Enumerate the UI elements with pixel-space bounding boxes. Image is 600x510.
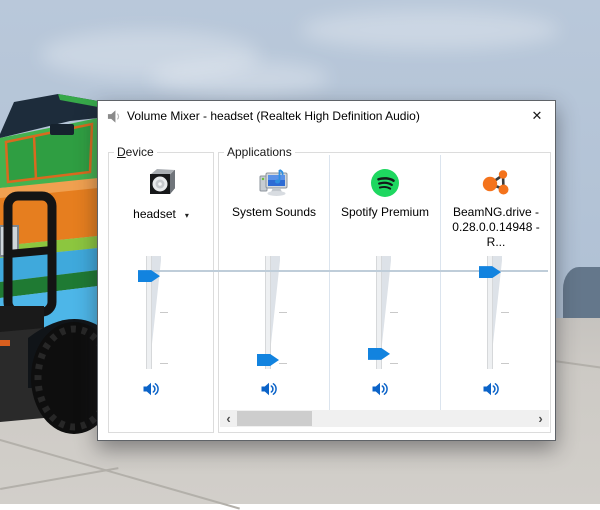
chevron-right-icon: ›: [538, 411, 543, 426]
speaker-volume-icon: [143, 382, 159, 396]
cloud: [150, 60, 330, 96]
horizontal-scrollbar[interactable]: ‹ ›: [220, 410, 549, 427]
app-label: Spotify Premium: [340, 205, 430, 219]
slider-tick: [279, 312, 287, 313]
slider-tick: [390, 363, 398, 364]
applications-group: Applications System Sounds Spotify Premi…: [218, 145, 551, 433]
slider-tick: [501, 312, 509, 313]
rock: [563, 267, 600, 318]
scroll-left-button[interactable]: ‹: [220, 410, 237, 427]
speaker-volume-icon: [261, 382, 277, 396]
device-speaker-icon: [150, 169, 175, 194]
slider-track[interactable]: [265, 256, 271, 369]
chevron-down-icon: ▾: [184, 210, 189, 220]
speaker-volume-icon: [483, 382, 499, 396]
app-column-beamng: BeamNG.drive - 0.28.0.0.14948 - R...: [441, 153, 551, 411]
chevron-left-icon: ‹: [226, 411, 231, 426]
ground-crack: [0, 467, 119, 490]
device-dropdown[interactable]: headset ▾: [109, 205, 213, 223]
device-volume-slider[interactable]: [138, 256, 169, 369]
slider-tick: [279, 363, 287, 364]
truck-image: [0, 94, 102, 434]
system-sounds-icon: [259, 169, 288, 196]
ground-crack: [0, 436, 240, 510]
system-sounds-volume-slider[interactable]: [257, 256, 288, 369]
spotify-volume-slider[interactable]: [368, 256, 399, 369]
scroll-right-button[interactable]: ›: [532, 410, 549, 427]
app-label: System Sounds: [231, 205, 317, 219]
window-title: Volume Mixer - headset (Realtek High Def…: [127, 109, 420, 123]
scrollbar-thumb[interactable]: [237, 411, 312, 426]
app-column-spotify: Spotify Premium: [330, 153, 440, 411]
device-mute-button[interactable]: [141, 379, 161, 399]
slider-tick: [160, 363, 168, 364]
cloud: [300, 10, 560, 50]
speaker-icon: [107, 110, 120, 123]
slider-tick: [501, 363, 509, 364]
spotify-icon: [371, 169, 399, 197]
beamng-mute-button[interactable]: [481, 379, 501, 399]
device-name: headset: [133, 207, 176, 221]
slider-tick: [390, 312, 398, 313]
speaker-volume-icon: [372, 382, 388, 396]
system-sounds-mute-button[interactable]: [259, 379, 279, 399]
device-group-label: Device: [114, 145, 157, 159]
title-bar[interactable]: Volume Mixer - headset (Realtek High Def…: [98, 101, 555, 131]
slider-tick: [160, 312, 168, 313]
spotify-slider-thumb[interactable]: [368, 347, 390, 360]
system-sounds-slider-thumb[interactable]: [257, 354, 279, 366]
spotify-mute-button[interactable]: [370, 379, 390, 399]
device-group: Device headset ▾: [108, 145, 214, 433]
beamng-icon: [482, 170, 509, 195]
app-column-system-sounds: System Sounds: [219, 153, 329, 411]
close-button[interactable]: ✕: [525, 105, 549, 127]
beamng-volume-slider[interactable]: [479, 256, 510, 369]
close-icon: ✕: [531, 108, 543, 123]
app-label: BeamNG.drive - 0.28.0.0.14948 - R...: [452, 205, 540, 249]
volume-mixer-window: Volume Mixer - headset (Realtek High Def…: [97, 100, 556, 441]
